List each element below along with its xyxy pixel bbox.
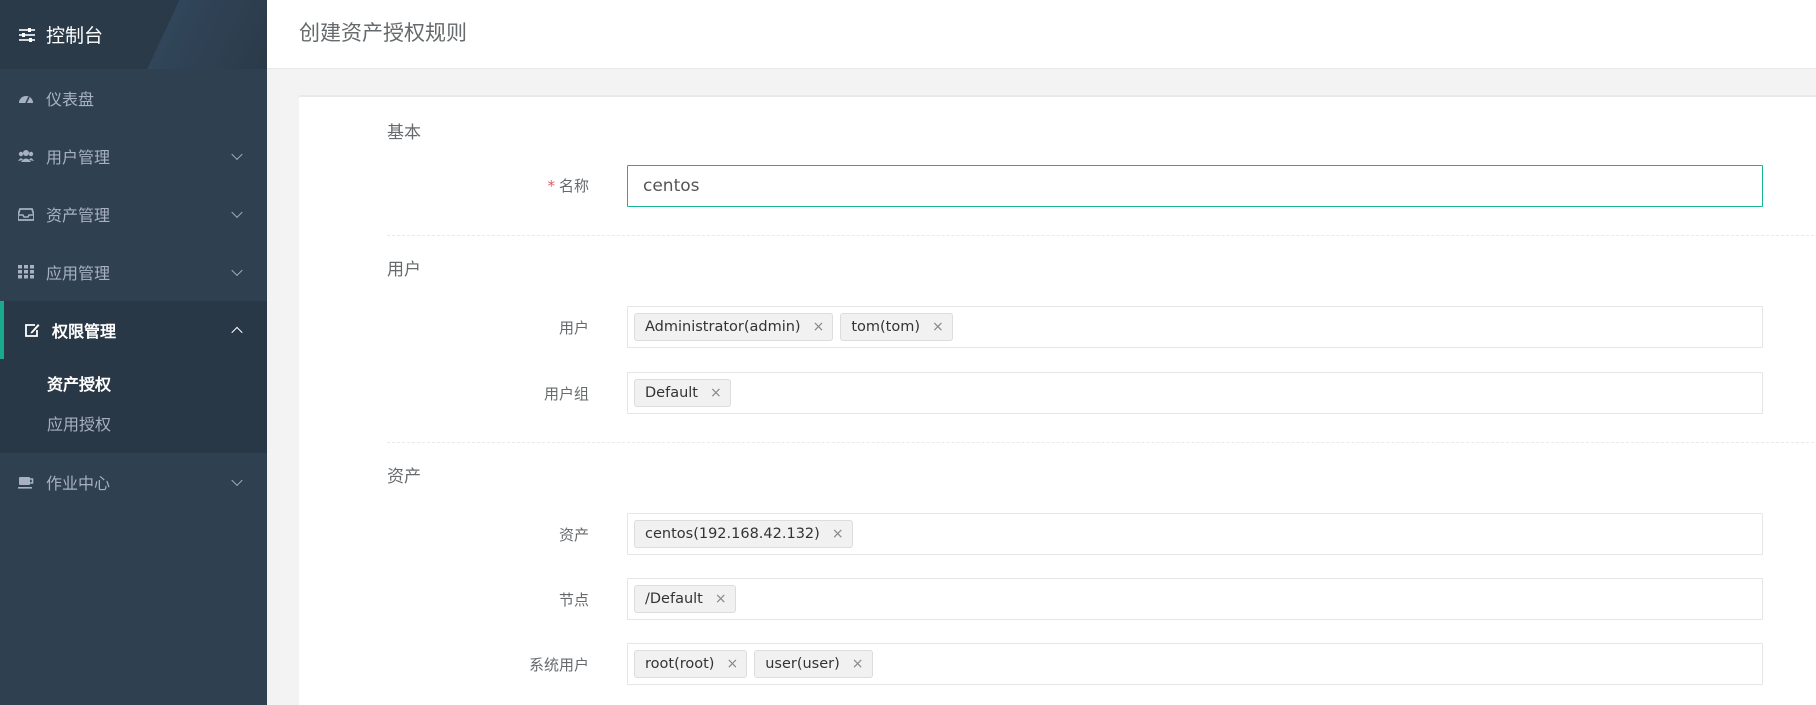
name-label-text: 名称 <box>558 177 589 195</box>
user-groups-multiselect[interactable]: Default × <box>627 372 1763 414</box>
user-tag: Administrator(admin) × <box>634 313 834 341</box>
tag-label: root(root) <box>645 656 715 672</box>
section-title-user: 用户 <box>387 260 421 280</box>
chevron-up-icon <box>231 326 243 339</box>
chevron-down-icon <box>231 148 243 161</box>
remove-tag-icon[interactable]: × <box>813 319 825 335</box>
tag-label: centos(192.168.42.132) <box>645 526 820 542</box>
form-panel: 基本 * 名称 centos 用户 用户 Administrator(admin)… <box>299 95 1816 705</box>
grid-icon <box>18 264 34 280</box>
remove-tag-icon[interactable]: × <box>726 656 738 672</box>
section-divider <box>387 235 1816 236</box>
system-users-multiselect[interactable]: root(root) × user(user) × <box>627 643 1763 685</box>
dashboard-icon <box>18 90 34 106</box>
sidebar-item-label: 资产管理 <box>46 206 111 225</box>
remove-tag-icon[interactable]: × <box>932 319 944 335</box>
system-user-tag: root(root) × <box>634 650 748 678</box>
assets-label: 资产 <box>558 526 589 544</box>
remove-tag-icon[interactable]: × <box>715 591 727 607</box>
sidebar-submenu: 资产授权 应用授权 <box>0 359 267 453</box>
node-tag: /Default × <box>634 585 736 613</box>
user-tag: tom(tom) × <box>840 313 953 341</box>
name-input[interactable]: centos <box>627 165 1763 207</box>
sidebar-item-permission-management[interactable]: 权限管理 <box>0 301 267 359</box>
sidebar-item-dashboard[interactable]: 仪表盘 <box>0 69 267 127</box>
remove-tag-icon[interactable]: × <box>832 526 844 542</box>
sidebar-subitem-asset-permission[interactable]: 资产授权 <box>0 363 267 403</box>
system-user-tag: user(user) × <box>754 650 873 678</box>
system-users-label: 系统用户 <box>528 656 589 674</box>
sidebar-item-app-management[interactable]: 应用管理 <box>0 243 267 301</box>
remove-tag-icon[interactable]: × <box>852 656 864 672</box>
user-group-tag: Default × <box>634 379 731 407</box>
chevron-down-icon <box>231 264 243 277</box>
tag-label: /Default <box>645 591 703 607</box>
sidebar-brand[interactable]: 控制台 <box>0 0 267 69</box>
assets-multiselect[interactable]: centos(192.168.42.132) × <box>627 513 1763 555</box>
tag-label: Administrator(admin) <box>645 319 801 335</box>
sidebar-item-label: 仪表盘 <box>46 90 95 109</box>
section-title-basic: 基本 <box>387 123 421 143</box>
tag-label: Default <box>645 385 698 401</box>
user-groups-label: 用户组 <box>543 385 589 403</box>
asset-tag: centos(192.168.42.132) × <box>634 520 853 548</box>
remove-tag-icon[interactable]: × <box>710 385 722 401</box>
page-title: 创建资产授权规则 <box>299 21 467 45</box>
users-multiselect[interactable]: Administrator(admin) × tom(tom) × <box>627 306 1763 348</box>
tag-label: tom(tom) <box>851 319 921 335</box>
brand-label: 控制台 <box>46 25 104 47</box>
sidebar-subitem-app-permission[interactable]: 应用授权 <box>0 403 267 443</box>
coffee-icon <box>18 474 34 490</box>
edit-icon <box>24 322 40 338</box>
sidebar-item-label: 作业中心 <box>46 474 111 493</box>
nodes-multiselect[interactable]: /Default × <box>627 578 1763 620</box>
tag-label: user(user) <box>765 656 840 672</box>
name-input-value: centos <box>643 176 700 196</box>
section-title-asset: 资产 <box>387 467 421 487</box>
section-divider <box>387 442 1816 443</box>
sidebar: 控制台 仪表盘 用户管理 资产管理 应用管理 权限管理 资产授权 应用授权 作业… <box>0 0 267 705</box>
sidebar-item-label: 用户管理 <box>46 148 111 167</box>
users-label: 用户 <box>558 319 589 337</box>
sliders-icon <box>18 26 36 44</box>
chevron-down-icon <box>231 206 243 219</box>
page-header: 创建资产授权规则 <box>267 0 1816 69</box>
sidebar-item-user-management[interactable]: 用户管理 <box>0 127 267 185</box>
chevron-down-icon <box>231 474 243 487</box>
nodes-label: 节点 <box>558 591 589 609</box>
sidebar-item-label: 权限管理 <box>52 322 117 341</box>
name-label: * 名称 <box>299 175 589 196</box>
sidebar-item-job-center[interactable]: 作业中心 <box>0 453 267 511</box>
required-mark: * <box>547 177 555 195</box>
sidebar-item-label: 应用管理 <box>46 264 111 283</box>
inbox-icon <box>18 206 34 222</box>
users-icon <box>18 148 34 164</box>
sidebar-item-asset-management[interactable]: 资产管理 <box>0 185 267 243</box>
